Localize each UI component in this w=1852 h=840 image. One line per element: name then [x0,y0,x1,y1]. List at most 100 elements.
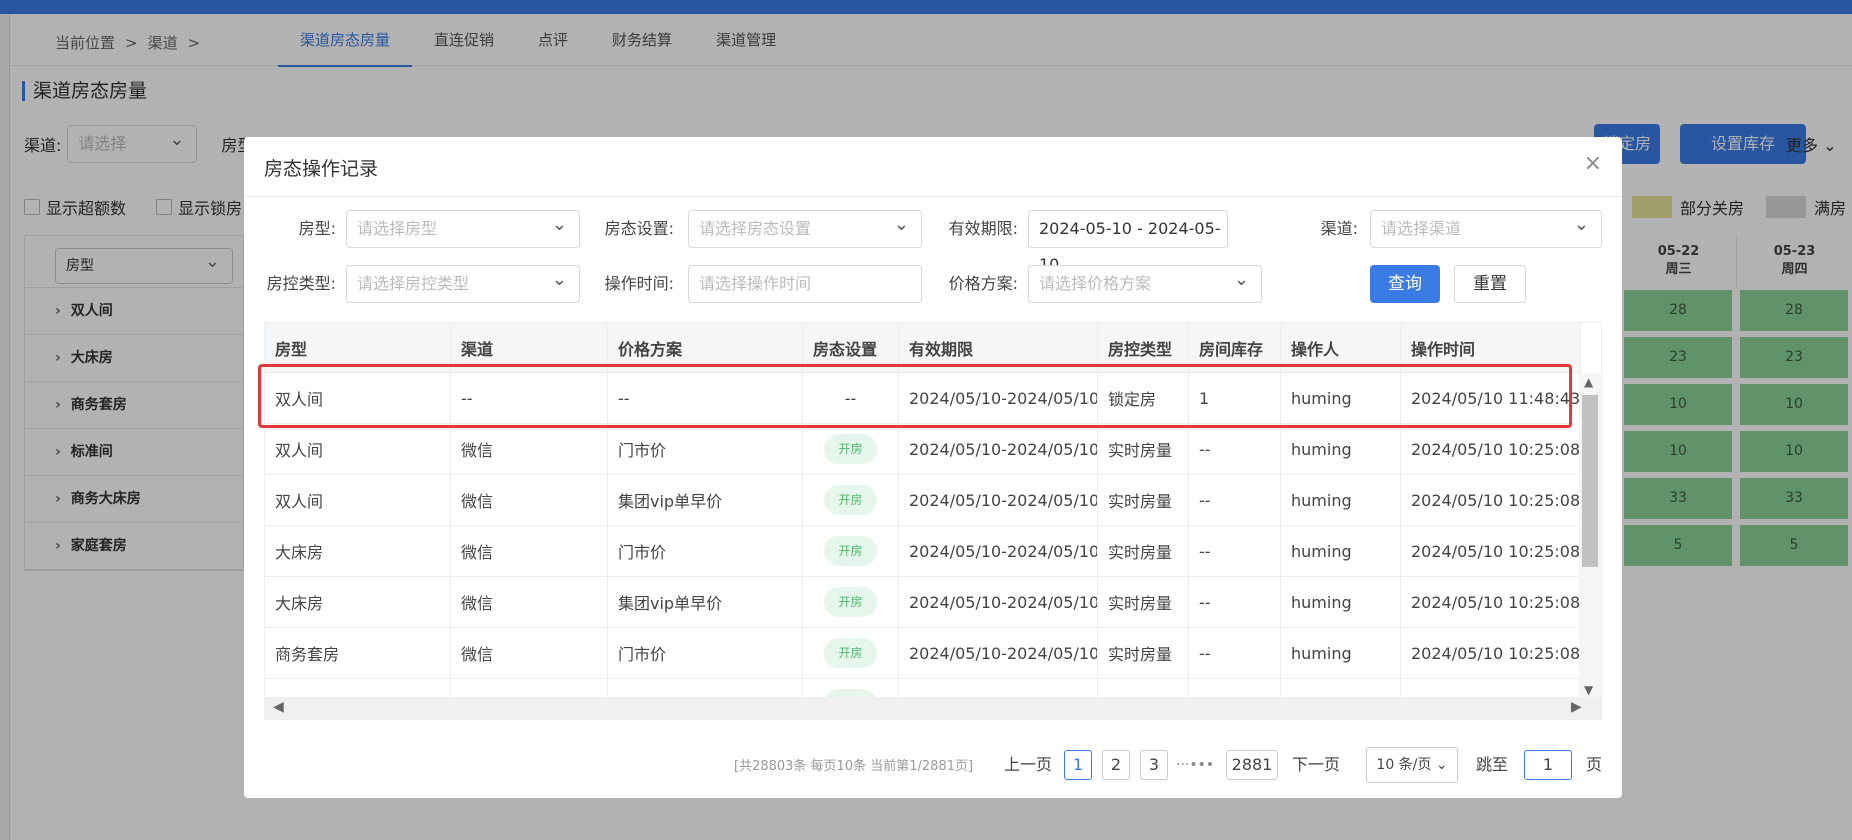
control-type-placeholder: 请选择房控类型 [357,274,470,293]
cell-control-type: 实时房量 [1098,526,1189,576]
cell-status-setting: 开房 [803,628,899,678]
status-setting-select[interactable]: 请选择房态设置 ⌄ [688,210,922,248]
cell-stock: -- [1189,577,1281,627]
last-page-button[interactable]: 2881 [1226,750,1278,780]
scroll-up-icon[interactable]: ▲ [1584,375,1593,389]
chevron-down-icon: ⌄ [1431,757,1448,773]
horizontal-scrollbar[interactable]: ◀ ▶ [265,697,1601,719]
price-plan-label: 价格方案: [948,274,1018,293]
control-type-select[interactable]: 请选择房控类型 ⌄ [346,265,580,303]
op-time-label: 操作时间: [604,274,674,293]
cell-validity: 2024/05/10-2024/05/10 [899,526,1098,576]
control-type-label: 房控类型: [266,274,336,293]
cell-price-plan: 门市价 [608,424,803,474]
cell-stock: -- [1189,475,1281,525]
cell-price-plan: 集团vip单早价 [608,475,803,525]
dialog-title: 房态操作记录 [264,158,379,180]
cell-control-type: 实时房量 [1098,628,1189,678]
cell-price-plan: 门市价 [608,526,803,576]
cell-channel: 微信 [451,628,608,678]
cell-operator: huming [1281,577,1401,627]
cell-stock: -- [1189,424,1281,474]
cell-room-type: 双人间 [265,475,451,525]
table-row[interactable]: 商务套房 微信 门市价 开房 2024/05/10-2024/05/10 实时房… [265,628,1581,679]
cell-status-setting: 开房 [803,526,899,576]
page-ellipsis[interactable]: ···••• [1176,750,1214,780]
chevron-down-icon: ⌄ [1573,214,1589,235]
validity-label: 有效期限: [948,219,1018,238]
pagination: [共28803条 每页10条 当前第1/2881页] 上一页 1 2 3 ···… [244,745,1622,783]
cell-status-setting: 开房 [803,424,899,474]
status-setting-label: 房态设置: [604,219,674,238]
status-badge: 开房 [824,434,877,464]
cell-op-time: 2024/05/10 10:25:08 [1401,628,1581,678]
cell-operator: huming [1281,424,1401,474]
cell-validity: 2024/05/10-2024/05/10 [899,577,1098,627]
table-row[interactable]: 大床房 微信 门市价 开房 2024/05/10-2024/05/10 实时房量… [265,526,1581,577]
status-badge: 开房 [824,485,877,515]
table-row[interactable]: 大床房 微信 集团vip单早价 开房 2024/05/10-2024/05/10… [265,577,1581,628]
cell-channel: 微信 [451,577,608,627]
validity-date-range[interactable]: 2024-05-10 - 2024-05-10 [1028,210,1228,274]
channel-select[interactable]: 请选择渠道 ⌄ [1370,210,1602,248]
next-page-button[interactable]: 下一页 [1292,750,1340,780]
table-row[interactable]: 双人间 微信 门市价 开房 2024/05/10-2024/05/10 实时房量… [265,424,1581,475]
cell-price-plan: 集团vip单早价 [608,577,803,627]
page-size-label: 10 条/页 [1376,757,1432,773]
cell-room-type: 双人间 [265,424,451,474]
page-button-2[interactable]: 2 [1102,750,1130,780]
cell-control-type: 实时房量 [1098,475,1189,525]
room-status-log-dialog: 房态操作记录 × 房型: 请选择房型 ⌄ 房态设置: 请选择房态设置 ⌄ 有效期限:… [244,137,1622,798]
scroll-left-icon[interactable]: ◀ [273,699,284,715]
cell-status-setting: 开房 [803,475,899,525]
goto-page-input[interactable]: 1 [1524,750,1572,780]
price-plan-placeholder: 请选择价格方案 [1039,274,1152,293]
cell-operator: huming [1281,628,1401,678]
reset-button[interactable]: 重置 [1454,265,1526,303]
table-row[interactable]: 双人间 微信 集团vip单早价 开房 2024/05/10-2024/05/10… [265,475,1581,526]
roomtype-select[interactable]: 请选择房型 ⌄ [346,210,580,248]
scroll-down-icon[interactable]: ▼ [1584,683,1593,697]
scroll-right-icon[interactable]: ▶ [1571,699,1582,715]
cell-price-plan: 门市价 [608,628,803,678]
cell-room-type: 大床房 [265,526,451,576]
pagination-info: [共28803条 每页10条 当前第1/2881页] [734,759,974,774]
chevron-down-icon: ⌄ [551,269,567,290]
page-button-1[interactable]: 1 [1064,750,1092,780]
close-icon[interactable]: × [1584,151,1602,177]
prev-page-button[interactable]: 上一页 [1004,750,1052,780]
chevron-down-icon: ⌄ [551,214,567,235]
cell-channel: 微信 [451,424,608,474]
cell-op-time: 2024/05/10 10:25:08 [1401,577,1581,627]
highlight-box [258,364,1572,428]
cell-room-type: 大床房 [265,577,451,627]
vertical-scroll-thumb[interactable] [1582,395,1598,567]
channel-placeholder: 请选择渠道 [1381,219,1462,238]
op-time-picker[interactable]: 请选择操作时间 [688,265,922,303]
cell-stock: -- [1189,526,1281,576]
cell-validity: 2024/05/10-2024/05/10 [899,628,1098,678]
cell-control-type: 实时房量 [1098,424,1189,474]
cell-op-time: 2024/05/10 10:25:08 [1401,526,1581,576]
cell-operator: huming [1281,526,1401,576]
cell-channel: 微信 [451,475,608,525]
query-button[interactable]: 查询 [1370,265,1440,303]
cell-op-time: 2024/05/10 10:25:08 [1401,424,1581,474]
price-plan-select[interactable]: 请选择价格方案 ⌄ [1028,265,1262,303]
cell-validity: 2024/05/10-2024/05/10 [899,475,1098,525]
vertical-scrollbar[interactable]: ▲ ▼ [1579,373,1601,699]
channel-label: 渠道: [1320,219,1358,238]
page-size-select[interactable]: 10 条/页 ⌄ [1366,747,1458,783]
status-badge: 开房 [824,587,877,617]
cell-operator: huming [1281,475,1401,525]
cell-op-time: 2024/05/10 10:25:08 [1401,475,1581,525]
status-setting-placeholder: 请选择房态设置 [699,219,812,238]
page-suffix: 页 [1586,755,1603,774]
goto-label: 跳至 [1476,755,1509,774]
chevron-down-icon: ⌄ [893,214,909,235]
cell-stock: -- [1189,628,1281,678]
cell-room-type: 商务套房 [265,628,451,678]
status-badge: 开房 [824,536,877,566]
chevron-down-icon: ⌄ [1233,269,1249,290]
page-button-3[interactable]: 3 [1140,750,1168,780]
